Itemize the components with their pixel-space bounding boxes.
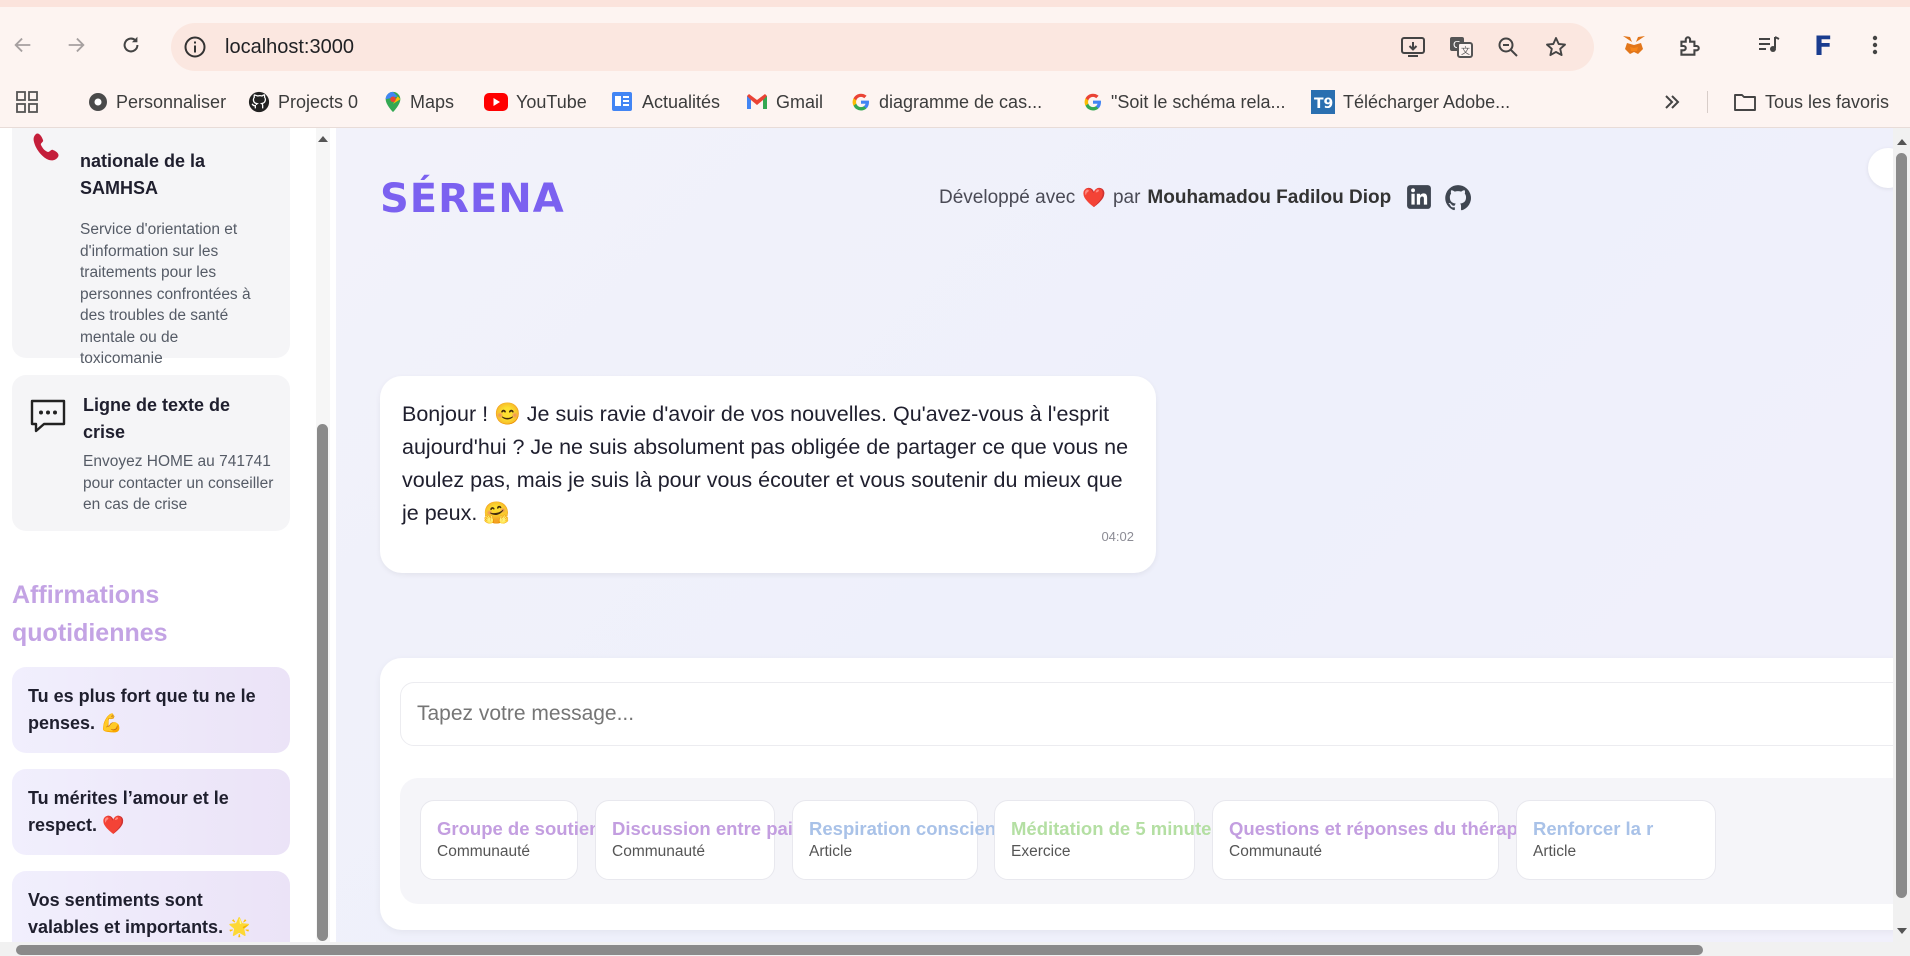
bookmark-projects[interactable]: Projects 0 [248, 90, 358, 114]
arrow-right-icon [65, 34, 87, 56]
chat-main: SÉRENA Développé avec ❤️ par Mouhamadou … [336, 128, 1893, 942]
youtube-icon [484, 93, 508, 111]
tab-strip [0, 0, 1910, 7]
extensions-icon[interactable] [1676, 33, 1702, 59]
reload-icon [120, 34, 142, 56]
arrow-left-icon [12, 34, 34, 56]
author-name: Mouhamadou Fadilou Diop [1147, 187, 1392, 208]
all-bookmarks-button[interactable]: Tous les favoris [1733, 90, 1889, 114]
bookmark-maps[interactable]: Maps [384, 90, 454, 114]
translate-icon[interactable]: G文 [1448, 35, 1474, 59]
linkedin-icon[interactable] [1406, 184, 1432, 210]
profile-icon[interactable]: F [1810, 31, 1838, 59]
bookmarks-bar: Personnaliser Projects 0 Maps YouTube Ac… [0, 77, 1910, 128]
settings-button[interactable] [1868, 148, 1893, 188]
resource-title: nationale de la SAMHSA [80, 151, 206, 198]
chat-icon [29, 398, 67, 434]
svg-text:F: F [1814, 31, 1832, 59]
suggestions-bar: Groupe de soutien Communauté Discussion … [400, 778, 1893, 904]
info-icon[interactable] [183, 35, 207, 59]
message-input[interactable] [400, 682, 1893, 746]
metamask-icon[interactable] [1621, 33, 1647, 57]
t9-icon: T9 [1311, 90, 1335, 114]
maps-icon [384, 91, 402, 113]
resource-title: Ligne de texte de crise [83, 395, 231, 442]
phone-icon [30, 130, 64, 164]
developer-credit: Développé avec ❤️ par Mouhamadou Fadilou… [939, 187, 1392, 209]
bookmark-diagramme[interactable]: diagramme de cas... [851, 90, 1042, 114]
install-app-icon[interactable] [1400, 35, 1426, 59]
assistant-message: Bonjour ! 😊 Je suis ravie d'avoir de vos… [380, 376, 1156, 573]
svg-text:T9: T9 [1314, 96, 1333, 112]
suggestion-chip[interactable]: Questions et réponses du thérapeute Comm… [1212, 800, 1556, 880]
suggestion-chip[interactable]: Groupe de soutien Communauté [420, 800, 600, 880]
bookmark-adobe[interactable]: T9 Télécharger Adobe... [1311, 90, 1510, 114]
suggestion-chip[interactable]: Respiration consciente Article [792, 800, 1013, 880]
message-time: 04:02 [1101, 529, 1134, 544]
chrome-icon [88, 92, 108, 112]
svg-text:文: 文 [1461, 45, 1470, 57]
bookmark-personnaliser[interactable]: Personnaliser [88, 90, 226, 114]
bookmark-schema[interactable]: "Soit le schéma rela... [1083, 90, 1285, 114]
horizontal-scrollbar-thumb[interactable] [16, 945, 1703, 955]
google-icon [851, 92, 871, 112]
zoom-icon[interactable] [1496, 35, 1520, 59]
back-button[interactable] [5, 27, 41, 63]
suggestion-chip[interactable]: Discussion entre pairs Communauté [595, 800, 810, 880]
brand-logo: SÉRENA [380, 176, 565, 222]
affirmation-card[interactable]: Tu es plus fort que tu ne le penses. 💪 [12, 667, 290, 753]
composer: Groupe de soutien Communauté Discussion … [380, 658, 1893, 930]
media-control-icon[interactable] [1756, 33, 1782, 57]
scroll-down-arrow-icon[interactable] [1896, 926, 1908, 936]
github-icon [248, 91, 270, 113]
browser-toolbar: localhost:3000 G文 F [0, 7, 1910, 77]
address-bar[interactable]: localhost:3000 G文 [171, 23, 1594, 71]
bookmarks-divider [1707, 91, 1708, 113]
chevron-double-right-icon[interactable] [1662, 92, 1682, 112]
affirmations-heading: Affirmations quotidiennes [12, 581, 168, 647]
bookmark-gmail[interactable]: Gmail [746, 90, 823, 114]
sidebar-scrollbar-thumb[interactable] [317, 424, 328, 941]
resource-card-samhsa[interactable]: nationale de la SAMHSA Service d'orienta… [12, 128, 290, 367]
forward-button[interactable] [58, 27, 94, 63]
suggestion-chip[interactable]: Méditation de 5 minutes Exercice [994, 800, 1222, 880]
star-icon[interactable] [1544, 35, 1568, 59]
heart-emoji: ❤️ [1082, 188, 1106, 209]
more-vert-icon[interactable] [1866, 33, 1884, 57]
github-icon[interactable] [1444, 184, 1472, 212]
apps-grid-icon[interactable] [16, 91, 38, 113]
url-text[interactable]: localhost:3000 [225, 36, 354, 59]
google-icon [1083, 92, 1103, 112]
folder-icon [1733, 92, 1757, 112]
affirmation-card[interactable]: Vos sentiments sont valables et importan… [12, 871, 290, 942]
affirmation-card[interactable]: Tu mérites l’amour et le respect. ❤️ [12, 769, 290, 855]
news-icon [610, 91, 634, 113]
reload-button[interactable] [113, 27, 149, 63]
scroll-up-arrow-icon[interactable] [317, 134, 329, 144]
sidebar: nationale de la SAMHSA Service d'orienta… [0, 128, 310, 942]
gmail-icon [746, 93, 768, 111]
bookmark-actualites[interactable]: Actualités [610, 90, 720, 114]
message-text: Bonjour ! 😊 Je suis ravie d'avoir de vos… [402, 402, 1129, 525]
page-scrollbar-thumb[interactable] [1896, 153, 1907, 898]
suggestion-chip[interactable]: Renforcer la r Article [1516, 800, 1716, 880]
bookmark-youtube[interactable]: YouTube [484, 90, 587, 114]
resource-description: Envoyez HOME au 741741 pour contacter un… [83, 453, 274, 513]
resource-card-crisis-text[interactable]: Ligne de texte de crise Envoyez HOME au … [12, 375, 290, 531]
resource-description: Service d'orientation et d'information s… [80, 221, 251, 367]
scroll-up-arrow-icon[interactable] [1896, 137, 1908, 147]
